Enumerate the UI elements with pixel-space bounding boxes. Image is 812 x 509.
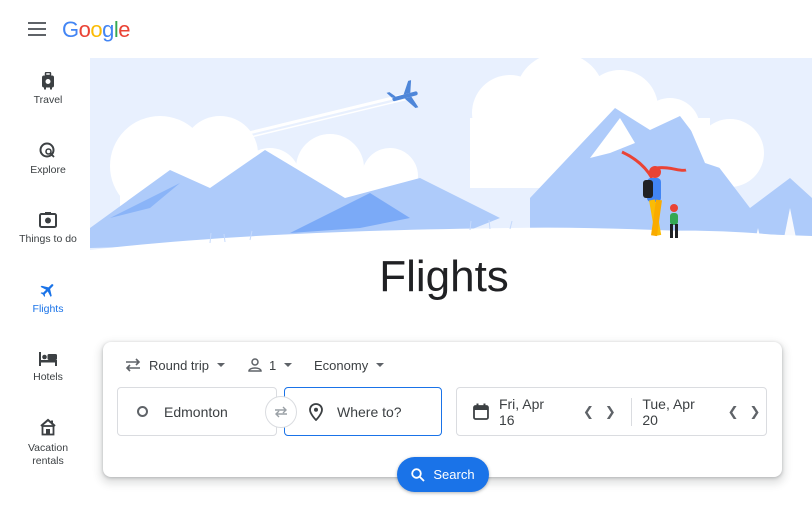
- person-icon: [248, 358, 262, 372]
- top-bar: Google: [0, 0, 812, 60]
- return-next-chevron-icon[interactable]: ❯: [744, 404, 766, 420]
- camera-icon: [39, 212, 57, 228]
- return-prev-chevron-icon[interactable]: ❮: [722, 404, 744, 420]
- sidebar-item-vacation-rentals[interactable]: Vacation rentals: [0, 418, 96, 468]
- sidebar-item-label-line: Vacation: [27, 442, 69, 454]
- chevron-down-icon: [376, 363, 385, 367]
- sidebar-item-label-line: rentals: [32, 455, 64, 467]
- sidebar-item-label: Things to do: [19, 233, 77, 245]
- passengers-value: 1: [269, 357, 277, 373]
- cabin-class-value: Economy: [314, 357, 369, 373]
- depart-prev-chevron-icon[interactable]: ❮: [577, 404, 599, 420]
- return-date-input[interactable]: Tue, Apr 20: [642, 388, 714, 435]
- sidebar-item-travel[interactable]: Travel: [0, 72, 96, 107]
- logo-letter: g: [102, 17, 114, 42]
- sidebar-item-label: Flights: [32, 303, 64, 315]
- sidebar-item-explore[interactable]: Explore: [0, 142, 96, 177]
- search-icon: [411, 467, 426, 482]
- logo-letter: G: [62, 17, 79, 42]
- sidebar-item-label: Travel: [33, 94, 63, 106]
- origin-circle-icon: [137, 406, 148, 417]
- page-title: Flights: [379, 252, 509, 301]
- location-pin-icon: [309, 402, 323, 421]
- google-logo[interactable]: Google: [62, 17, 131, 43]
- destination-placeholder: Where to?: [337, 403, 402, 420]
- depart-date-input[interactable]: Fri, Apr 16: [473, 388, 563, 435]
- depart-date-value: Fri, Apr 16: [498, 395, 545, 428]
- sidebar-item-label: Explore: [30, 164, 66, 176]
- trip-type-select[interactable]: Round trip: [125, 355, 225, 375]
- return-date-value: Tue, Apr 20: [642, 395, 695, 428]
- logo-letter: e: [118, 17, 131, 42]
- cabin-class-select[interactable]: Economy: [314, 355, 385, 375]
- house-icon: [40, 418, 56, 436]
- swap-icon: [275, 406, 287, 418]
- luggage-icon: [42, 72, 54, 90]
- chevron-down-icon: [284, 363, 293, 367]
- passengers-select[interactable]: 1: [248, 355, 293, 375]
- flight-search-card: Round trip 1 Economy Edmonton Where to?: [103, 342, 782, 492]
- hero-illustration: [90, 58, 812, 268]
- destination-input[interactable]: Where to?: [284, 387, 442, 436]
- logo-letter: o: [78, 17, 91, 42]
- date-range-field[interactable]: Fri, Apr 16 ❮ ❯ Tue, Apr 20 ❮ ❯: [456, 387, 767, 436]
- sidebar-item-label: Vacation rentals: [0, 442, 96, 468]
- origin-input[interactable]: Edmonton: [117, 387, 277, 436]
- bed-icon: [39, 352, 57, 366]
- swap-origin-destination-button[interactable]: [265, 396, 297, 428]
- trip-type-value: Round trip: [149, 357, 209, 373]
- search-button[interactable]: Search: [397, 457, 489, 492]
- hero-image: [90, 58, 812, 268]
- depart-next-chevron-icon[interactable]: ❯: [599, 404, 621, 420]
- chevron-down-icon: [216, 363, 225, 367]
- sidebar-item-label: Hotels: [33, 371, 63, 383]
- menu-icon[interactable]: [28, 22, 46, 36]
- sidebar-item-hotels[interactable]: Hotels: [0, 351, 96, 384]
- logo-letter: o: [90, 17, 103, 42]
- calendar-icon: [473, 403, 489, 420]
- sidebar-item-things-to-do[interactable]: Things to do: [0, 211, 96, 246]
- explore-icon: [39, 142, 55, 158]
- date-divider: [631, 397, 633, 426]
- swap-arrows-icon: [125, 358, 141, 372]
- origin-value: Edmonton: [164, 403, 228, 420]
- search-button-label: Search: [433, 467, 475, 482]
